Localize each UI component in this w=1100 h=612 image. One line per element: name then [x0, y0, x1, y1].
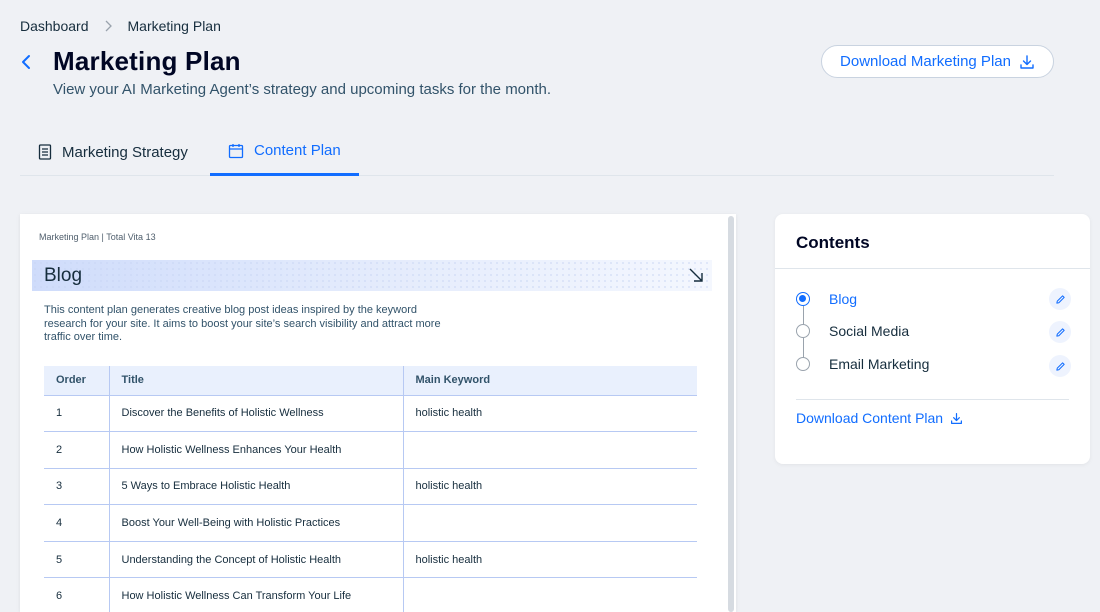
section-title: Blog — [44, 264, 83, 286]
section-header: Blog — [32, 260, 712, 291]
cell-order: 5 — [44, 541, 110, 579]
page-title: Marketing Plan — [53, 46, 241, 76]
cell-order: 6 — [44, 577, 110, 612]
tab-content-plan-label: Content Plan — [254, 142, 341, 159]
table-row: 4 Boost Your Well-Being with Holistic Pr… — [44, 504, 697, 542]
download-content-plan-link[interactable]: Download Content Plan — [796, 410, 963, 426]
contents-item-email-marketing[interactable]: Email Marketing — [796, 354, 1071, 377]
radio-icon[interactable] — [796, 324, 810, 338]
section-description: This content plan generates creative blo… — [44, 304, 441, 343]
contents-item-social-media[interactable]: Social Media — [796, 321, 1071, 343]
edit-blog-button[interactable] — [1049, 288, 1071, 310]
contents-item-label: Blog — [829, 291, 858, 307]
cell-title: Boost Your Well-Being with Holistic Prac… — [109, 504, 404, 542]
cell-keyword — [403, 577, 697, 612]
document-scrollbar[interactable] — [728, 216, 734, 612]
content-plan-document: Marketing Plan | Total Vita 13 Blog This… — [20, 214, 736, 612]
page-subtitle: View your AI Marketing Agent’s strategy … — [53, 81, 552, 98]
radio-selected-icon[interactable] — [796, 292, 810, 306]
document-caption: Marketing Plan | Total Vita 13 — [39, 232, 156, 242]
contents-item-blog[interactable]: Blog — [796, 288, 1071, 310]
pencil-icon — [1055, 361, 1065, 371]
tab-content-plan[interactable]: Content Plan — [210, 128, 359, 176]
download-marketing-plan-button[interactable]: Download Marketing Plan — [821, 45, 1054, 78]
content-plan-table: Order Title Main Keyword 1 Discover the … — [44, 366, 697, 612]
table-row: 1 Discover the Benefits of Holistic Well… — [44, 395, 697, 433]
download-content-plan-label: Download Content Plan — [796, 410, 944, 426]
chevron-right-icon — [105, 20, 112, 32]
cell-keyword: holistic health — [403, 541, 697, 579]
cell-order: 4 — [44, 504, 110, 542]
cell-order: 3 — [44, 468, 110, 506]
back-button[interactable] — [16, 52, 36, 72]
cell-title: 5 Ways to Embrace Holistic Health — [109, 468, 404, 506]
contents-item-label: Email Marketing — [829, 356, 930, 372]
download-marketing-plan-label: Download Marketing Plan — [840, 53, 1011, 70]
cell-keyword — [403, 431, 697, 469]
column-header-title: Title — [109, 366, 404, 396]
divider — [796, 399, 1069, 400]
edit-email-marketing-button[interactable] — [1049, 355, 1071, 377]
tab-marketing-strategy-label: Marketing Strategy — [62, 143, 188, 161]
cell-title: Understanding the Concept of Holistic He… — [109, 541, 404, 579]
cell-title: Discover the Benefits of Holistic Wellne… — [109, 395, 404, 433]
cell-order: 1 — [44, 395, 110, 433]
download-icon — [1020, 54, 1034, 69]
edit-social-media-button[interactable] — [1049, 321, 1071, 343]
pencil-icon — [1055, 294, 1065, 304]
table-row: 5 Understanding the Concept of Holistic … — [44, 541, 697, 579]
breadcrumb: Dashboard Marketing Plan — [20, 18, 221, 34]
column-header-keyword: Main Keyword — [403, 366, 697, 396]
download-icon — [951, 412, 963, 424]
breadcrumb-dashboard-link[interactable]: Dashboard — [20, 18, 89, 34]
cell-keyword: holistic health — [403, 468, 697, 506]
contents-title: Contents — [796, 233, 870, 252]
tab-marketing-strategy[interactable]: Marketing Strategy — [20, 128, 206, 176]
table-header-row: Order Title Main Keyword — [44, 366, 697, 396]
cell-keyword — [403, 504, 697, 542]
tab-bar: Marketing Strategy Content Plan — [20, 128, 1054, 176]
divider — [775, 268, 1090, 269]
pencil-icon — [1055, 327, 1065, 337]
table-row: 6 How Holistic Wellness Can Transform Yo… — [44, 577, 697, 612]
chevron-left-icon — [22, 55, 30, 69]
column-header-order: Order — [44, 366, 110, 396]
table-row: 3 5 Ways to Embrace Holistic Health holi… — [44, 468, 697, 506]
radio-icon[interactable] — [796, 357, 810, 371]
calendar-icon — [228, 143, 244, 158]
document-icon — [38, 144, 52, 160]
breadcrumb-current: Marketing Plan — [127, 18, 221, 34]
arrow-down-right-icon — [689, 268, 703, 282]
cell-title: How Holistic Wellness Enhances Your Heal… — [109, 431, 404, 469]
cell-keyword: holistic health — [403, 395, 697, 433]
contents-panel: Contents Blog Social Media Email Marketi… — [775, 214, 1090, 464]
contents-item-label: Social Media — [829, 323, 910, 339]
cell-order: 2 — [44, 431, 110, 469]
cell-title: How Holistic Wellness Can Transform Your… — [109, 577, 404, 612]
table-row: 2 How Holistic Wellness Enhances Your He… — [44, 431, 697, 469]
